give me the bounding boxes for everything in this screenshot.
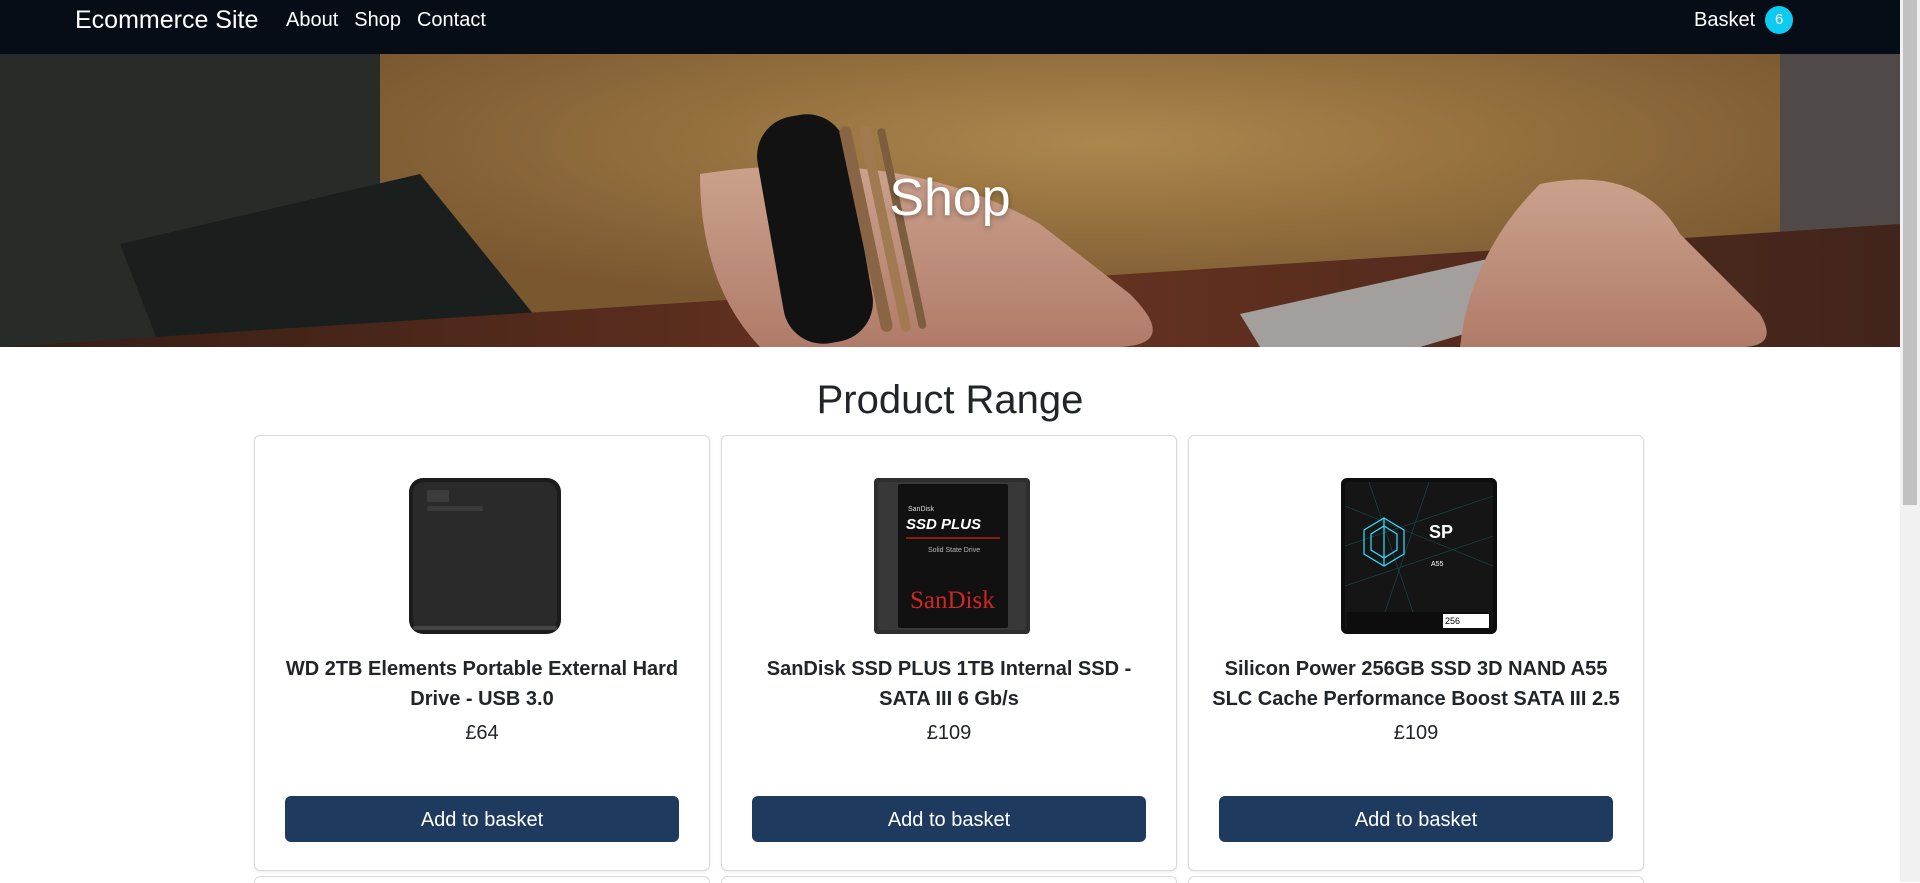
basket-label: Basket: [1694, 9, 1756, 31]
section-title: Product Range: [816, 378, 1084, 422]
sp-logo-text: SP: [1429, 522, 1453, 542]
product-price: £109: [926, 722, 972, 744]
ssd-model-text: SSD PLUS: [906, 516, 981, 533]
ssd-brand-small-text: SanDisk: [908, 506, 935, 513]
external-hard-drive-icon: [409, 478, 561, 634]
product-card: SanDisk SSD PLUS Solid State Drive SanDi…: [721, 435, 1177, 871]
brand-link[interactable]: Ecommerce Site: [75, 4, 258, 36]
page-scrollbar[interactable]: [1900, 0, 1920, 882]
product-card: SP A55 256 Silicon Power 256GB SSD 3D NA…: [1188, 435, 1644, 871]
hero-title: Shop: [889, 169, 1011, 227]
sp-model-text: A55: [1431, 561, 1444, 568]
nav-links: About Shop Contact: [286, 6, 502, 34]
hero-banner: Shop: [0, 54, 1900, 347]
basket-count-badge: 6: [1765, 6, 1794, 34]
nav-link-shop[interactable]: Shop: [354, 6, 401, 34]
ssd-logo-text: SanDisk: [910, 587, 995, 614]
product-title[interactable]: WD 2TB Elements Portable External Hard D…: [275, 654, 689, 714]
nav-link-contact[interactable]: Contact: [417, 6, 486, 34]
scrollbar-thumb[interactable]: [1903, 0, 1917, 505]
ssd-subtitle-text: Solid State Drive: [928, 547, 980, 554]
sandisk-ssd-icon: SanDisk SSD PLUS Solid State Drive SanDi…: [874, 478, 1030, 634]
add-to-basket-button[interactable]: Add to basket: [285, 796, 679, 842]
product-price: £109: [1393, 722, 1439, 744]
product-price: £64: [465, 722, 499, 744]
basket-link[interactable]: Basket 6: [1694, 6, 1794, 34]
add-to-basket-button[interactable]: Add to basket: [1219, 796, 1613, 842]
nav-link-about[interactable]: About: [286, 6, 338, 34]
product-title[interactable]: Silicon Power 256GB SSD 3D NAND A55 SLC …: [1209, 654, 1623, 714]
product-title[interactable]: SanDisk SSD PLUS 1TB Internal SSD - SATA…: [742, 654, 1156, 714]
product-card: WD 2TB Elements Portable External Hard D…: [254, 435, 710, 871]
sp-capacity-text: 256: [1445, 616, 1460, 626]
silicon-power-ssd-icon: SP A55 256: [1341, 478, 1497, 634]
add-to-basket-button[interactable]: Add to basket: [752, 796, 1146, 842]
top-navbar: Ecommerce Site About Shop Contact Basket…: [0, 0, 1900, 54]
